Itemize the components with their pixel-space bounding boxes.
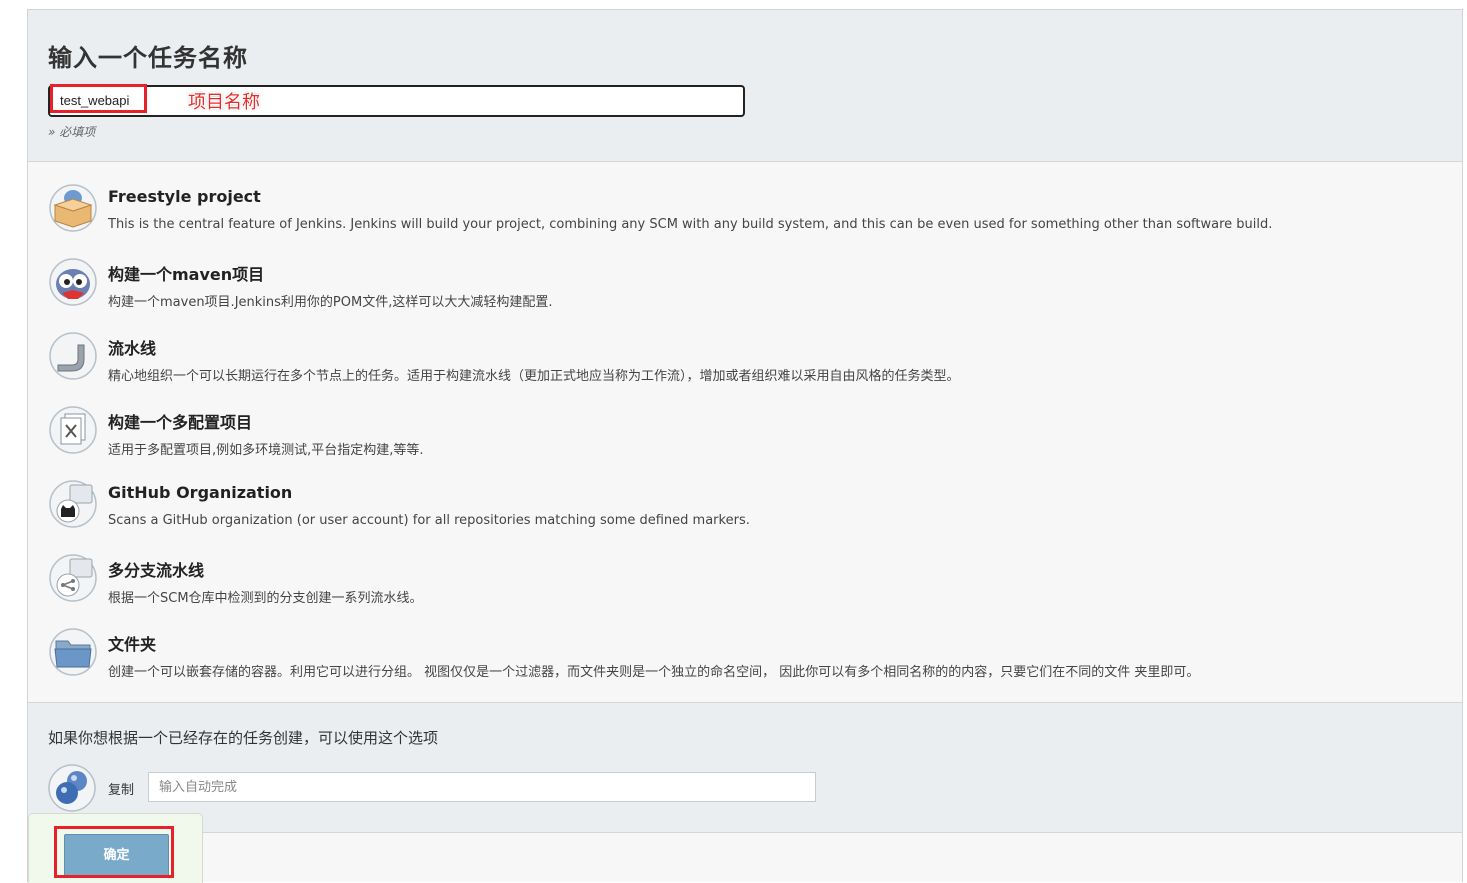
type-option-multibranch[interactable]: 多分支流水线 根据一个SCM仓库中检测到的分支创建一系列流水线。 xyxy=(28,531,1462,606)
type-title: 多分支流水线 xyxy=(108,561,205,580)
name-highlight-box xyxy=(50,84,147,113)
item-name-section: 输入一个任务名称 test_webapi 项目名称 » 必填项 xyxy=(28,10,1462,162)
type-option-folder[interactable]: 文件夹 创建一个可以嵌套存储的容器。利用它可以进行分组。 视图仅仅是一个过滤器，… xyxy=(28,605,1462,680)
type-description: 根据一个SCM仓库中检测到的分支创建一系列流水线。 xyxy=(108,591,423,606)
type-option-github-org[interactable]: GitHub Organization Scans a GitHub organ… xyxy=(28,457,1462,531)
type-title: 流水线 xyxy=(108,339,157,358)
name-annotation-label: 项目名称 xyxy=(188,92,260,113)
type-option-multi-config[interactable]: 构建一个多配置项目 适用于多配置项目,例如多环境测试,平台指定构建,等等. xyxy=(28,383,1462,458)
type-description: This is the central feature of Jenkins. … xyxy=(108,217,1273,232)
copy-heading: 如果你想根据一个已经存在的任务创建，可以使用这个选项 xyxy=(48,729,439,747)
type-title: GitHub Organization xyxy=(108,483,293,502)
bottom-sticker: 确定 xyxy=(28,813,203,883)
copy-spheres-icon xyxy=(48,764,96,812)
copy-from-input[interactable] xyxy=(148,772,816,802)
multi-config-icon xyxy=(49,406,97,454)
freestyle-box-icon xyxy=(49,184,97,232)
new-item-panel: 输入一个任务名称 test_webapi 项目名称 » 必填项 Freestyl… xyxy=(27,9,1463,883)
type-description: 适用于多配置项目,例如多环境测试,平台指定构建,等等. xyxy=(108,443,424,458)
type-option-pipeline[interactable]: 流水线 精心地组织一个可以长期运行在多个节点上的任务。适用于构建流水线（更加正式… xyxy=(28,309,1462,384)
page-title: 输入一个任务名称 xyxy=(48,44,248,72)
type-title: Freestyle project xyxy=(108,187,261,206)
ok-highlight-box xyxy=(54,826,174,878)
type-title: 构建一个maven项目 xyxy=(108,265,265,284)
type-description: 构建一个maven项目.Jenkins利用你的POM文件,这样可以大大减轻构建配… xyxy=(108,295,553,310)
required-hint: » 必填项 xyxy=(48,125,96,139)
folder-icon xyxy=(49,628,97,676)
type-description: 精心地组织一个可以长期运行在多个节点上的任务。适用于构建流水线（更加正式地应当称… xyxy=(108,369,960,384)
item-name-input[interactable]: test_webapi 项目名称 xyxy=(48,84,745,117)
maven-owl-icon xyxy=(49,258,97,306)
type-title: 文件夹 xyxy=(108,635,157,654)
type-option-maven[interactable]: 构建一个maven项目 构建一个maven项目.Jenkins利用你的POM文件… xyxy=(28,235,1462,310)
copy-from-section: 如果你想根据一个已经存在的任务创建，可以使用这个选项 复制 xyxy=(28,702,1462,833)
github-icon xyxy=(49,480,97,528)
type-title: 构建一个多配置项目 xyxy=(108,413,253,432)
type-description: 创建一个可以嵌套存储的容器。利用它可以进行分组。 视图仅仅是一个过滤器，而文件夹… xyxy=(108,665,1200,680)
copy-label: 复制 xyxy=(108,783,135,798)
multibranch-icon xyxy=(49,554,97,602)
type-option-freestyle[interactable]: Freestyle project This is the central fe… xyxy=(28,161,1462,235)
pipeline-icon xyxy=(49,332,97,380)
type-description: Scans a GitHub organization (or user acc… xyxy=(108,513,750,528)
